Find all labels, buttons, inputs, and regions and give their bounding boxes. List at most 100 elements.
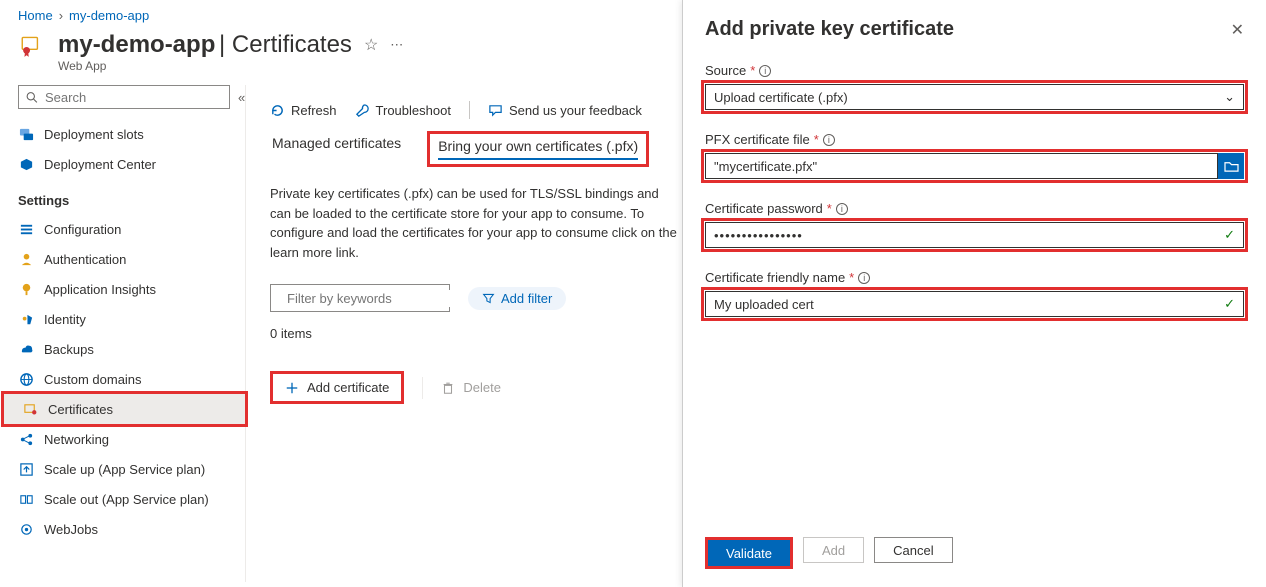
sidebar-item-webjobs[interactable]: WebJobs: [0, 514, 245, 544]
add-button: Add: [803, 537, 864, 563]
validate-button[interactable]: Validate: [708, 540, 790, 566]
separator: [422, 377, 423, 399]
info-icon[interactable]: i: [823, 134, 835, 146]
delete-button: Delete: [441, 380, 501, 395]
tab-managed-certificates[interactable]: Managed certificates: [270, 131, 403, 164]
check-icon: ✓: [1224, 227, 1235, 243]
configuration-icon: [18, 221, 34, 237]
filter-keywords-input[interactable]: [285, 290, 465, 307]
panel-title: Add private key certificate: [705, 18, 954, 41]
breadcrumb-home[interactable]: Home: [18, 8, 53, 23]
authentication-icon: [18, 251, 34, 267]
tab-description: Private key certificates (.pfx) can be u…: [270, 166, 690, 262]
identity-icon: [18, 311, 34, 327]
sidebar-item-label: Networking: [44, 432, 109, 447]
more-ellipsis-icon[interactable]: ⋯: [390, 37, 403, 53]
pfx-file-input[interactable]: "mycertificate.pfx": [705, 153, 1218, 179]
backups-icon: [18, 341, 34, 357]
tab-bring-your-own-certificates[interactable]: Bring your own certificates (.pfx): [438, 138, 638, 160]
refresh-icon: [270, 103, 285, 118]
friendly-name-input[interactable]: My uploaded cert ✓: [705, 291, 1244, 317]
required-asterisk: *: [827, 201, 832, 216]
add-filter-label: Add filter: [501, 291, 552, 306]
sidebar-item-authentication[interactable]: Authentication: [0, 244, 245, 274]
insights-icon: [18, 281, 34, 297]
sidebar-item-deployment-slots[interactable]: Deployment slots: [0, 119, 245, 149]
panel-footer: Validate Add Cancel: [683, 529, 1266, 587]
trash-icon: [441, 381, 455, 395]
sidebar-item-scale-out[interactable]: Scale out (App Service plan): [0, 484, 245, 514]
separator: [469, 101, 470, 119]
feedback-icon: [488, 103, 503, 118]
troubleshoot-icon: [355, 103, 370, 118]
sidebar-item-label: Scale out (App Service plan): [44, 492, 209, 507]
browse-file-button[interactable]: [1218, 153, 1244, 179]
sidebar-item-label: Configuration: [44, 222, 121, 237]
webjobs-icon: [18, 521, 34, 537]
sidebar-item-identity[interactable]: Identity: [0, 304, 245, 334]
refresh-button[interactable]: Refresh: [270, 103, 337, 118]
close-panel-button[interactable]: ✕: [1231, 20, 1244, 40]
sidebar-search[interactable]: [18, 85, 230, 109]
certificates-icon: [22, 401, 38, 417]
info-icon[interactable]: i: [858, 272, 870, 284]
add-filter-button[interactable]: Add filter: [468, 287, 566, 310]
sidebar-item-backups[interactable]: Backups: [0, 334, 245, 364]
sidebar-item-label: Custom domains: [44, 372, 142, 387]
password-label: Certificate password * i: [705, 201, 1244, 216]
friendly-name-label: Certificate friendly name * i: [705, 270, 1244, 285]
sidebar-search-input[interactable]: [39, 89, 223, 106]
sidebar-item-label: Backups: [44, 342, 94, 357]
scale-out-icon: [18, 491, 34, 507]
sidebar-item-configuration[interactable]: Configuration: [0, 214, 245, 244]
sidebar-item-label: Certificates: [48, 402, 113, 417]
password-value: ••••••••••••••••: [714, 228, 803, 243]
sidebar-item-label: Deployment Center: [44, 157, 156, 172]
folder-icon: [1224, 160, 1239, 173]
info-icon[interactable]: i: [759, 65, 771, 77]
sidebar-item-label: Scale up (App Service plan): [44, 462, 205, 477]
info-icon[interactable]: i: [836, 203, 848, 215]
sidebar-item-scale-up[interactable]: Scale up (App Service plan): [0, 454, 245, 484]
required-asterisk: *: [750, 63, 755, 78]
plus-icon: [285, 381, 299, 395]
sidebar-item-certificates[interactable]: Certificates: [4, 394, 245, 424]
scale-up-icon: [18, 461, 34, 477]
pfx-file-value: "mycertificate.pfx": [714, 159, 817, 174]
source-value: Upload certificate (.pfx): [714, 90, 848, 105]
slots-icon: [18, 126, 34, 142]
collapse-sidebar-icon[interactable]: «: [238, 90, 245, 105]
filter-icon: [482, 292, 495, 305]
sidebar-item-label: Authentication: [44, 252, 126, 267]
sidebar-item-label: Identity: [44, 312, 86, 327]
sidebar-item-networking[interactable]: Networking: [0, 424, 245, 454]
networking-icon: [18, 431, 34, 447]
cancel-button[interactable]: Cancel: [874, 537, 952, 563]
check-icon: ✓: [1224, 296, 1235, 312]
certificate-resource-icon: [18, 31, 46, 59]
page-title: my-demo-app | Certificates: [58, 31, 352, 59]
sidebar-item-deployment-center[interactable]: Deployment Center: [0, 149, 245, 179]
filter-keywords[interactable]: [270, 284, 450, 312]
troubleshoot-button[interactable]: Troubleshoot: [355, 103, 451, 118]
friendly-name-value: My uploaded cert: [714, 297, 814, 312]
feedback-button[interactable]: Send us your feedback: [488, 103, 642, 118]
favorite-star-icon[interactable]: ☆: [364, 35, 378, 55]
breadcrumb-app[interactable]: my-demo-app: [69, 8, 149, 23]
chevron-right-icon: ›: [59, 8, 63, 23]
sidebar-item-label: Deployment slots: [44, 127, 144, 142]
source-label: Source * i: [705, 63, 1244, 78]
highlight-byoc-tab: Bring your own certificates (.pfx): [427, 131, 649, 167]
pfx-file-label: PFX certificate file * i: [705, 132, 1244, 147]
sidebar-item-custom-domains[interactable]: Custom domains: [0, 364, 245, 394]
refresh-label: Refresh: [291, 103, 337, 118]
password-input[interactable]: •••••••••••••••• ✓: [705, 222, 1244, 248]
sidebar-item-application-insights[interactable]: Application Insights: [0, 274, 245, 304]
sidebar-heading-settings: Settings: [0, 179, 245, 214]
source-select[interactable]: Upload certificate (.pfx) ⌄: [705, 84, 1244, 110]
chevron-down-icon: ⌄: [1224, 89, 1235, 105]
page-title-section: Certificates: [232, 31, 352, 58]
page-title-app: my-demo-app: [58, 31, 215, 58]
add-certificate-button[interactable]: Add certificate: [273, 374, 401, 401]
search-icon: [25, 91, 39, 104]
